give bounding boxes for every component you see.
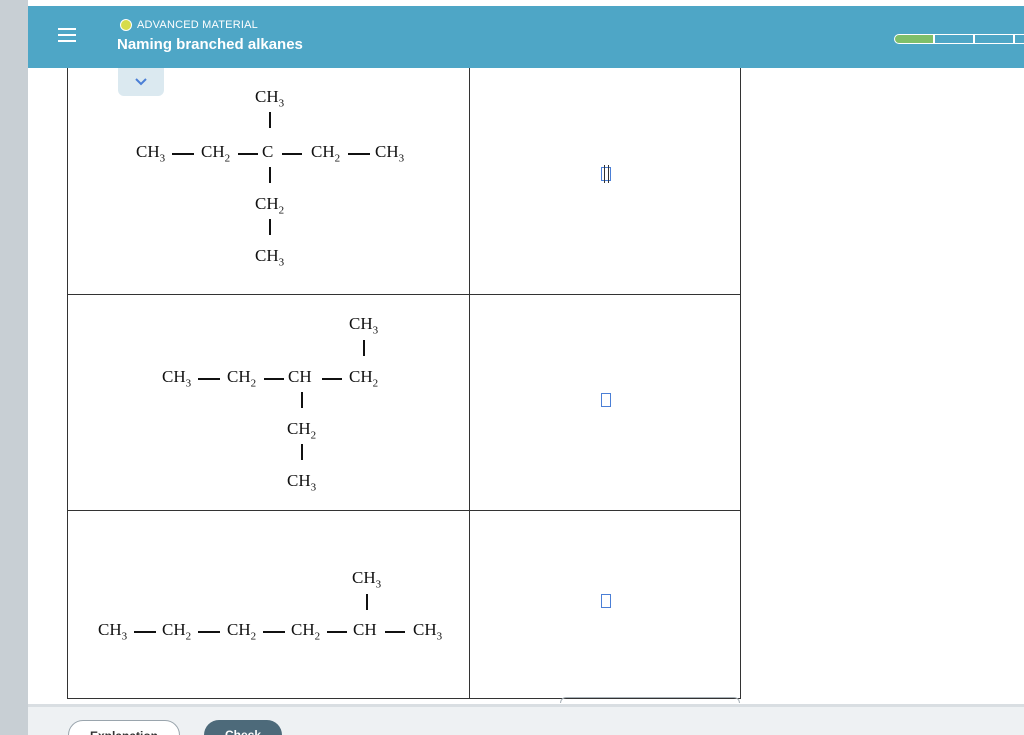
progress-segment bbox=[894, 34, 934, 44]
bond bbox=[301, 392, 303, 408]
branch-group: CH2 bbox=[287, 419, 317, 442]
topic-label: ADVANCED MATERIAL bbox=[137, 19, 258, 31]
bond bbox=[327, 631, 347, 633]
bond bbox=[301, 444, 303, 460]
chain-group: CH2 bbox=[227, 620, 257, 643]
bond bbox=[269, 112, 271, 128]
top-substituent: CH3 bbox=[352, 568, 382, 591]
chain-group: CH3 bbox=[98, 620, 128, 643]
branch-group: CH3 bbox=[287, 471, 317, 494]
chain-group: CH3 bbox=[136, 142, 166, 165]
bond bbox=[363, 340, 365, 356]
page-title: Naming branched alkanes bbox=[117, 36, 303, 53]
chain-group: CH2 bbox=[162, 620, 192, 643]
chain-group: CH2 bbox=[227, 367, 257, 390]
chain-group: CH2 bbox=[311, 142, 341, 165]
chain-group: CH3 bbox=[375, 142, 405, 165]
bond bbox=[322, 378, 342, 380]
answer-cell bbox=[471, 68, 740, 294]
branch-group: CH3 bbox=[255, 246, 285, 269]
topic-status-icon bbox=[120, 19, 132, 31]
progress-segment bbox=[974, 34, 1014, 44]
bond bbox=[238, 153, 258, 155]
bond bbox=[198, 378, 220, 380]
answer-cell bbox=[471, 295, 740, 510]
bond bbox=[134, 631, 156, 633]
bond bbox=[282, 153, 302, 155]
bond bbox=[264, 378, 284, 380]
progress-segment bbox=[1014, 34, 1024, 44]
answer-input-1[interactable] bbox=[601, 165, 611, 183]
check-button[interactable]: Check bbox=[204, 720, 282, 735]
molecule-cell: CH3 CH3 CH2 CH CH2 CH2 CH3 bbox=[68, 295, 470, 510]
hamburger-menu-icon[interactable] bbox=[58, 24, 76, 46]
chain-group: CH bbox=[288, 367, 312, 386]
left-rail bbox=[0, 0, 28, 735]
bond bbox=[269, 167, 271, 183]
bond bbox=[366, 594, 368, 610]
progress-bar bbox=[894, 34, 1024, 44]
bond bbox=[172, 153, 194, 155]
answer-input-3[interactable] bbox=[601, 594, 611, 608]
bond bbox=[385, 631, 405, 633]
answer-cell bbox=[471, 511, 740, 699]
chain-group: C bbox=[262, 142, 274, 161]
bond bbox=[348, 153, 370, 155]
collapse-button[interactable] bbox=[118, 68, 164, 96]
footer-bar: Explanation Check bbox=[28, 704, 1024, 735]
bond bbox=[263, 631, 285, 633]
chevron-down-icon bbox=[135, 78, 147, 86]
explanation-button[interactable]: Explanation bbox=[68, 720, 180, 735]
progress-segment bbox=[934, 34, 974, 44]
topic-row: ADVANCED MATERIAL bbox=[120, 19, 258, 31]
answer-table: CH3 CH3 CH2 C CH2 CH3 CH2 CH3 CH3 CH3 CH bbox=[67, 68, 741, 699]
chain-group: CH2 bbox=[201, 142, 231, 165]
table-row: CH3 CH3 CH2 CH CH2 CH2 CH3 bbox=[68, 295, 740, 511]
chain-group: CH3 bbox=[162, 367, 192, 390]
branch-group: CH2 bbox=[255, 194, 285, 217]
molecule-cell: CH3 CH3 CH2 CH2 CH2 CH CH3 bbox=[68, 511, 470, 699]
table-row: CH3 CH3 CH2 C CH2 CH3 CH2 CH3 bbox=[68, 68, 740, 295]
chain-group: CH2 bbox=[291, 620, 321, 643]
chain-group: CH2 bbox=[349, 367, 379, 390]
chain-group: CH3 bbox=[413, 620, 443, 643]
top-substituent: CH3 bbox=[255, 87, 285, 110]
table-row: CH3 CH3 CH2 CH2 CH2 CH CH3 bbox=[68, 511, 740, 699]
answer-input-2[interactable] bbox=[601, 393, 611, 407]
header-bar: ADVANCED MATERIAL Naming branched alkane… bbox=[28, 6, 1024, 68]
chain-group: CH bbox=[353, 620, 377, 639]
bond bbox=[198, 631, 220, 633]
molecule-cell: CH3 CH3 CH2 C CH2 CH3 CH2 CH3 bbox=[68, 68, 470, 294]
bond bbox=[269, 219, 271, 235]
scroll-indicator bbox=[560, 697, 740, 703]
top-substituent: CH3 bbox=[349, 314, 379, 337]
